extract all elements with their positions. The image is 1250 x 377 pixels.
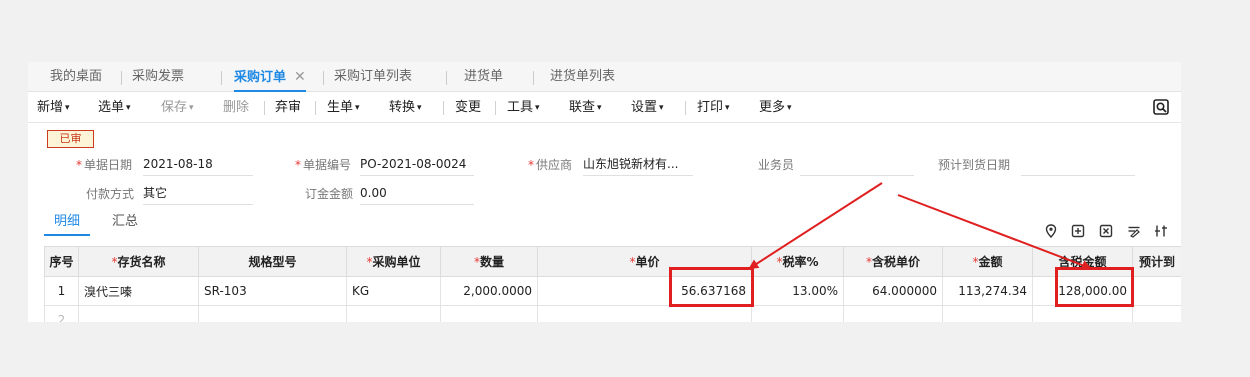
annotation-arrows <box>748 182 1092 270</box>
arrow-to-unit-price <box>748 182 883 270</box>
purchase-order-window: 我的桌面 采购发票 采购订单 ✕ 采购订单列表 进货单 进货单列表 新增 ▾ 选单 ▾… <box>28 62 1181 322</box>
arrow-to-tax-amount <box>897 194 1092 270</box>
